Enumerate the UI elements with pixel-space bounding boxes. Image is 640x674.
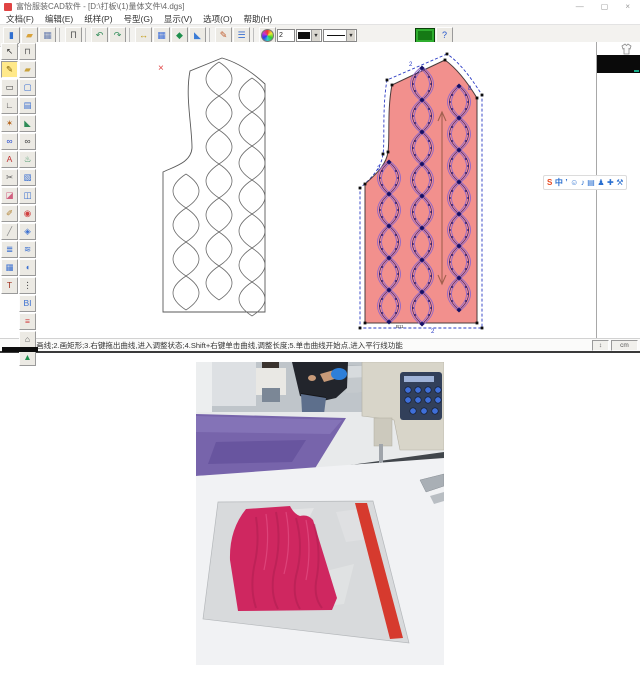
toolbox-button[interactable]: ⚒ [616,179,623,187]
close-button[interactable]: × [625,3,630,11]
pen-width-input[interactable] [277,29,295,42]
status-bar: 1.画线;2.画矩形;3.右键拖出曲线,进入调整状态;4.Shift+右键单击曲… [0,338,640,353]
worker2-hair [262,362,279,369]
worker-blue-glove [331,368,347,380]
pattern-list-panel [596,42,640,341]
svg-text:2: 2 [431,329,435,335]
compare-length-tool[interactable]: ∞ [1,133,18,150]
frame-tool[interactable]: ⊓ [19,43,36,60]
machine-display [404,376,434,382]
binocular-tool[interactable]: ∞ [19,133,36,150]
needle-bar [379,444,383,464]
measure-text-tool[interactable]: A [1,151,18,168]
photo-scene [196,362,444,665]
toolbar-separator [209,28,212,43]
drawing-board-button[interactable] [415,28,435,43]
menu-help[interactable]: 帮助(H) [243,13,272,25]
toolbar-separator [253,28,256,43]
pattern-list-item[interactable] [597,55,640,73]
menu-edit[interactable]: 编辑(E) [45,13,73,25]
scrollbar-thumb[interactable] [2,347,38,352]
minimize-button[interactable]: — [576,3,584,11]
iron-press-tool[interactable]: ⌂ [19,331,36,348]
status-cells: ↕ cm [592,340,640,351]
maximize-button[interactable]: ▢ [601,3,609,11]
toolbar-separator [59,28,62,43]
panel-tool[interactable]: ▧ [19,169,36,186]
jacket-tool[interactable]: ◫ [19,187,36,204]
needle-head [374,418,392,446]
pattern-pen-tool[interactable]: ✐ [1,205,18,222]
design-canvas[interactable]: 2822B11× [36,42,596,341]
menu-file[interactable]: 文档(F) [6,13,34,25]
grid-tool[interactable]: ▦ [1,259,18,276]
clipboard-button[interactable]: ♟ [597,179,604,187]
app-icon [4,3,12,11]
display-tool[interactable]: ▢ [19,79,36,96]
toolbar-separator [85,28,88,43]
comb-tool[interactable]: ≣ [1,241,18,258]
menu-options[interactable]: 选项(O) [203,13,232,25]
status-hint: 1.画线;2.画矩形;3.右键拖出曲线,进入调整状态;4.Shift+右键单击曲… [0,340,403,351]
angle-line-tool[interactable]: ∟ [1,97,18,114]
menu-bar: 文档(F) 编辑(E) 纸样(P) 号型(G) 显示(V) 选项(O) 帮助(H) [0,13,640,24]
iron-tool[interactable]: ♨ [19,151,36,168]
tool-palette: ↖✎▭∟✶∞A✂◪✐╱≣▦T ⊓▰▢▤◣∞♨▧◫◉◈≋◖⋮BI≡⌂▲ [1,43,36,366]
delete-marker: × [158,63,164,74]
select-tool[interactable]: ↖ [1,43,18,60]
spray-tool[interactable]: ◉ [19,205,36,222]
divide-tool[interactable]: ✶ [1,115,18,132]
button-tool[interactable]: ⋮ [19,277,36,294]
status-grip[interactable]: ↕ [592,340,609,351]
unit-indicator: cm [611,340,638,351]
lang-toggle[interactable]: 中 [555,179,563,187]
pattern-drawing: 2822B11× [36,42,596,341]
new-document-button[interactable]: ▮ [3,27,20,44]
cad-window: 富怡服装CAD软件 - [D:\打板\(1)量体文件\4.dgs] — ▢ × … [0,0,640,353]
knife-tool[interactable]: ╱ [1,223,18,240]
eraser-tool[interactable]: ◪ [1,187,18,204]
toolbar-separator [129,28,132,43]
line-style-icon [327,35,345,36]
fill-tool[interactable]: ◣ [19,115,36,132]
scissors-tool[interactable]: ✂ [1,169,18,186]
punct-toggle[interactable]: ’ [565,179,567,187]
rectangle-tool[interactable]: ▭ [1,79,18,96]
press-tool[interactable]: ◖ [19,259,36,276]
keyboard-button[interactable]: ▤ [587,179,595,187]
tool-palette-col1: ↖✎▭∟✶∞A✂◪✐╱≣▦T [1,43,18,294]
export-tool[interactable]: ▰ [19,61,36,78]
voice-button[interactable]: ♪ [581,179,585,187]
window-controls: — ▢ × [576,3,636,11]
worker-hand [308,375,316,381]
line-style-select[interactable]: ▼ [323,29,357,42]
line-color-select[interactable]: ▼ [296,29,322,42]
chevron-down-icon: ▼ [346,30,355,41]
smart-pen-tool[interactable]: ✎ [1,61,18,78]
pleat-table-tool[interactable]: ▤ [19,97,36,114]
chevron-down-icon: ▼ [311,30,320,41]
emoji-button[interactable]: ☺ [570,179,578,187]
menu-view[interactable]: 显示(V) [164,13,192,25]
menu-pattern[interactable]: 纸样(P) [84,13,112,25]
text-tool[interactable]: T [1,277,18,294]
vest-icon [620,43,633,55]
svg-text:B11: B11 [396,324,404,329]
window-title: 富怡服装CAD软件 - [D:\打板\(1)量体文件\4.dgs] [16,1,184,12]
tool-palette-col2: ⊓▰▢▤◣∞♨▧◫◉◈≋◖⋮BI≡⌂▲ [19,43,36,366]
sogou-logo[interactable]: S [547,179,552,187]
title-bar: 富怡服装CAD软件 - [D:\打板\(1)量体文件\4.dgs] — ▢ × [0,0,640,13]
sogou-input-bar: S中’☺♪▤♟✚⚒ [543,175,627,190]
machine-photo [196,362,444,665]
menu-size[interactable]: 号型(G) [124,13,153,25]
svg-text:2: 2 [409,62,413,68]
wave-tool[interactable]: ≋ [19,241,36,258]
skin-button[interactable]: ✚ [607,179,614,187]
shirt-tool[interactable]: ◈ [19,223,36,240]
buttonhole-tool[interactable]: BI [19,295,36,312]
color-swatch [298,32,310,39]
stripe-tool[interactable]: ≡ [19,313,36,330]
